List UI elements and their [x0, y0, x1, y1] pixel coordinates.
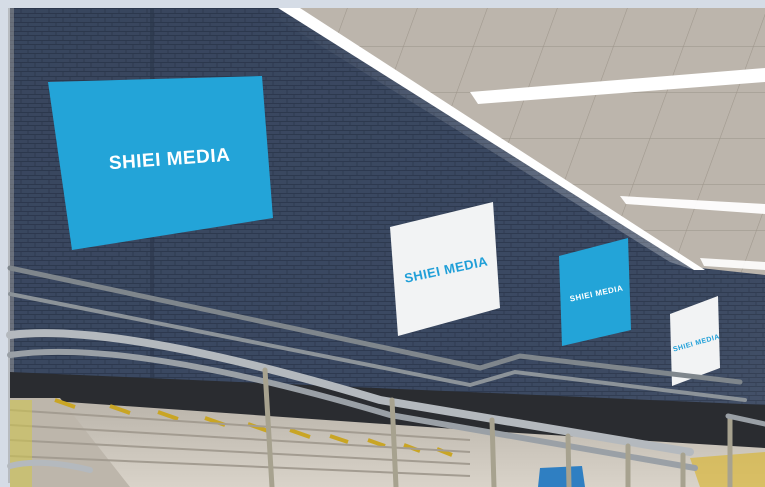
subway-stairway-photo: SHIEI MEDIA SHIEI MEDIA SHIEI MEDIA SHIE…: [0, 0, 765, 487]
poster-3: SHIEI MEDIA: [559, 238, 631, 346]
photo-canvas: SHIEI MEDIA SHIEI MEDIA SHIEI MEDIA SHIE…: [0, 0, 765, 487]
